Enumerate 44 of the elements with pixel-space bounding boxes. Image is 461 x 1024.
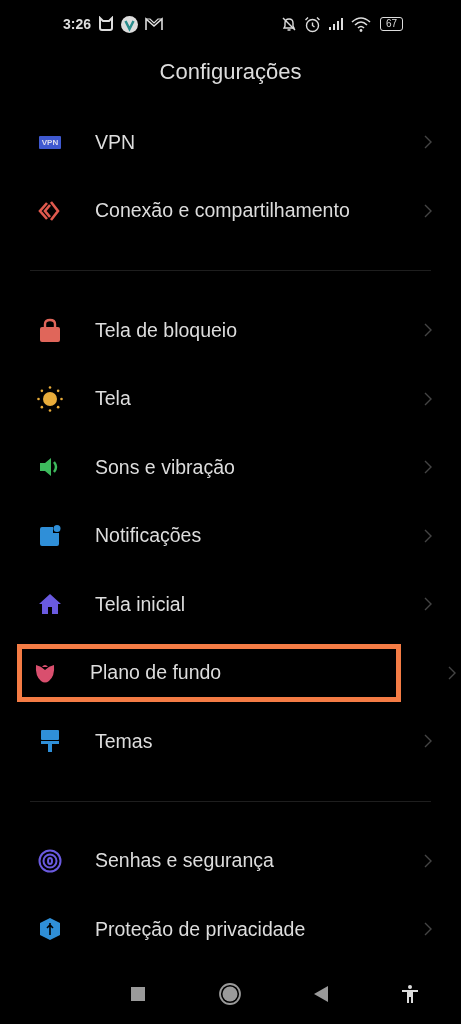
chevron-right-icon bbox=[424, 853, 432, 868]
vpn-icon: VPN bbox=[38, 135, 62, 149]
fingerprint-icon bbox=[38, 848, 62, 873]
battery-indicator: 67 bbox=[379, 17, 403, 31]
lock-icon bbox=[39, 318, 61, 343]
settings-item[interactable]: Notificações bbox=[0, 501, 461, 570]
accessibility-button[interactable] bbox=[401, 984, 418, 1003]
signal-icon bbox=[327, 17, 344, 31]
recents-button[interactable] bbox=[131, 986, 145, 1001]
shield-icon bbox=[38, 917, 62, 942]
page-title: Configurações bbox=[158, 58, 303, 86]
settings-item[interactable]: Sons e vibração bbox=[0, 433, 461, 502]
home-button[interactable] bbox=[218, 982, 241, 1005]
chevron-right-icon bbox=[424, 460, 432, 475]
mail-icon bbox=[145, 17, 164, 31]
chevron-right-icon bbox=[424, 528, 432, 543]
paint-roller-icon bbox=[40, 729, 60, 754]
back-button[interactable] bbox=[314, 985, 329, 1002]
settings-item[interactable]: Proteção de privacidade bbox=[0, 895, 461, 964]
settings-item[interactable]: Senhas e segurança bbox=[0, 826, 461, 895]
settings-item[interactable]: Tela bbox=[0, 364, 461, 433]
settings-item[interactable]: Tela inicial bbox=[0, 570, 461, 639]
chevron-right-icon bbox=[424, 203, 432, 218]
chevron-right-icon bbox=[448, 665, 456, 680]
app-notification-icon bbox=[98, 16, 115, 32]
notification-icon bbox=[39, 524, 61, 547]
chevron-right-icon bbox=[424, 734, 432, 749]
status-time: 3:26 bbox=[63, 16, 92, 32]
chevron-right-icon bbox=[424, 391, 432, 406]
wifi-icon bbox=[350, 16, 373, 32]
diamond-arrows-icon bbox=[38, 199, 62, 222]
chevron-right-icon bbox=[424, 135, 432, 150]
settings-item[interactable]: Conexão e compartilhamento bbox=[0, 176, 461, 245]
home-icon bbox=[38, 593, 62, 616]
chevron-right-icon bbox=[424, 922, 432, 937]
chevron-right-icon bbox=[424, 597, 432, 612]
settings-item[interactable]: Temas bbox=[0, 707, 461, 776]
alarm-icon bbox=[303, 15, 321, 33]
settings-item[interactable]: VPN VPN bbox=[0, 108, 461, 177]
chevron-right-icon bbox=[424, 323, 432, 338]
settings-item[interactable]: Tela de bloqueio bbox=[0, 296, 461, 365]
sun-icon bbox=[37, 385, 63, 412]
muted-bell-icon bbox=[280, 16, 297, 32]
app-notification-icon bbox=[121, 15, 139, 33]
